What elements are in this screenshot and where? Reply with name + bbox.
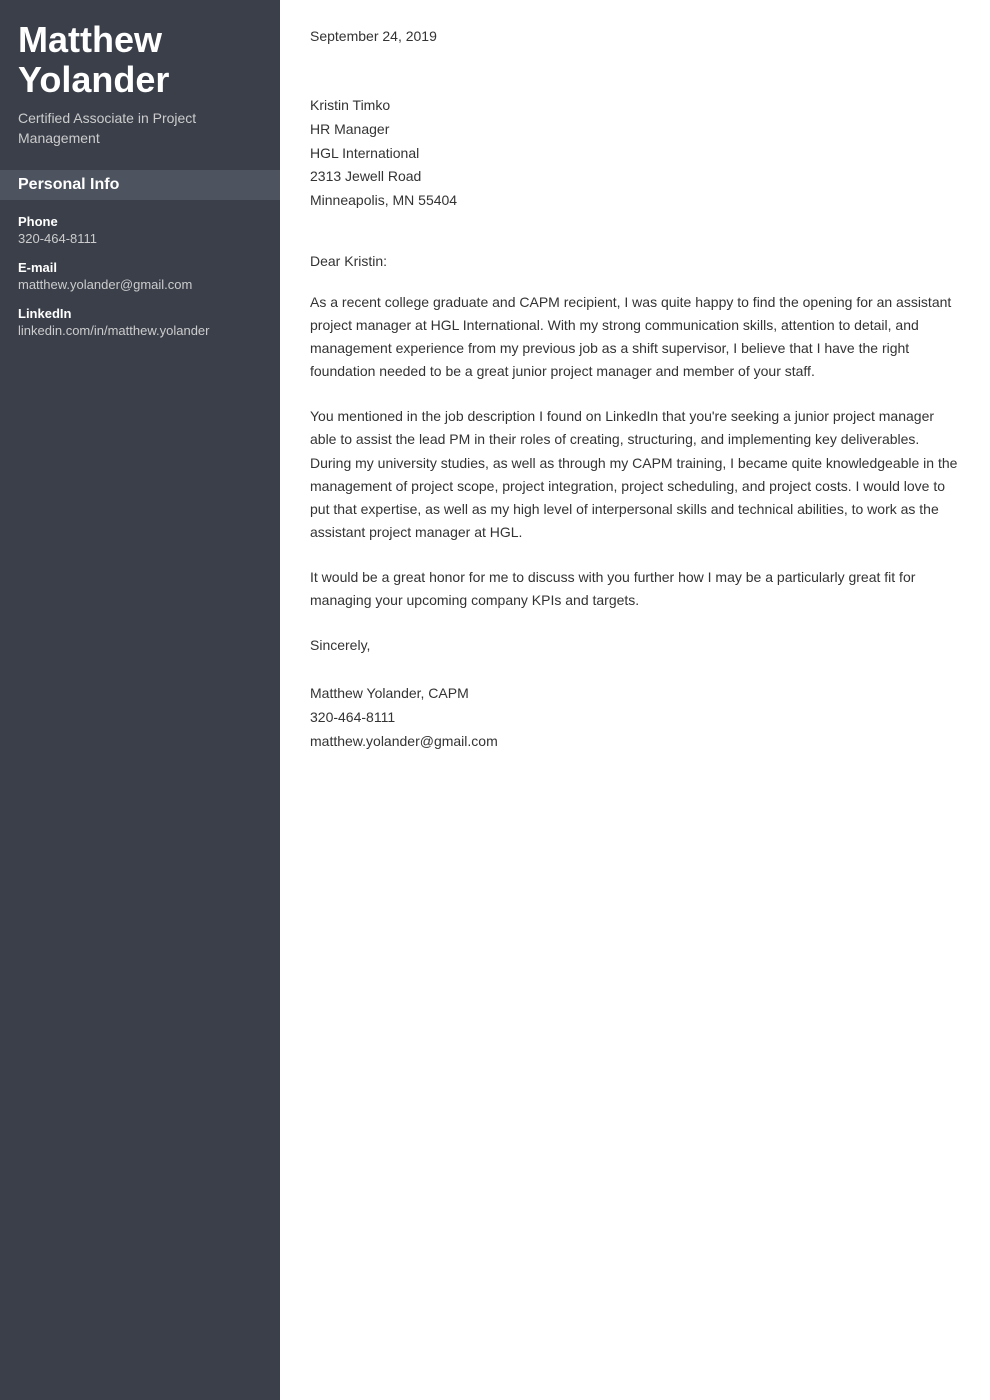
email-label: E-mail	[18, 260, 262, 275]
salutation: Dear Kristin:	[310, 253, 960, 269]
signature-name: Matthew Yolander, CAPM	[310, 682, 960, 706]
email-value: matthew.yolander@gmail.com	[18, 277, 262, 292]
paragraph-2: You mentioned in the job description I f…	[310, 405, 960, 544]
recipient-address2: Minneapolis, MN 55404	[310, 189, 960, 213]
letter-content: September 24, 2019 Kristin Timko HR Mana…	[280, 0, 990, 1400]
recipient-block: Kristin Timko HR Manager HGL Internation…	[310, 94, 960, 213]
applicant-name: Matthew Yolander	[18, 20, 262, 99]
recipient-address1: 2313 Jewell Road	[310, 165, 960, 189]
paragraph-1: As a recent college graduate and CAPM re…	[310, 291, 960, 383]
personal-info-heading: Personal Info	[0, 170, 280, 200]
recipient-name: Kristin Timko	[310, 94, 960, 118]
closing-block: Sincerely, Matthew Yolander, CAPM 320-46…	[310, 634, 960, 753]
linkedin-label: LinkedIn	[18, 306, 262, 321]
signature-phone: 320-464-8111	[310, 706, 960, 730]
paragraph-3: It would be a great honor for me to disc…	[310, 566, 960, 612]
signature-email: matthew.yolander@gmail.com	[310, 730, 960, 754]
phone-value: 320-464-8111	[18, 231, 262, 246]
closing-word: Sincerely,	[310, 634, 960, 658]
linkedin-value: linkedin.com/in/matthew.yolander	[18, 323, 262, 338]
recipient-company: HGL International	[310, 142, 960, 166]
contact-phone: Phone 320-464-8111	[18, 214, 262, 246]
recipient-title: HR Manager	[310, 118, 960, 142]
contact-email: E-mail matthew.yolander@gmail.com	[18, 260, 262, 292]
letter-date: September 24, 2019	[310, 28, 960, 44]
applicant-title: Certified Associate in Project Managemen…	[18, 109, 262, 148]
phone-label: Phone	[18, 214, 262, 229]
contact-linkedin: LinkedIn linkedin.com/in/matthew.yolande…	[18, 306, 262, 338]
sidebar: Matthew Yolander Certified Associate in …	[0, 0, 280, 1400]
